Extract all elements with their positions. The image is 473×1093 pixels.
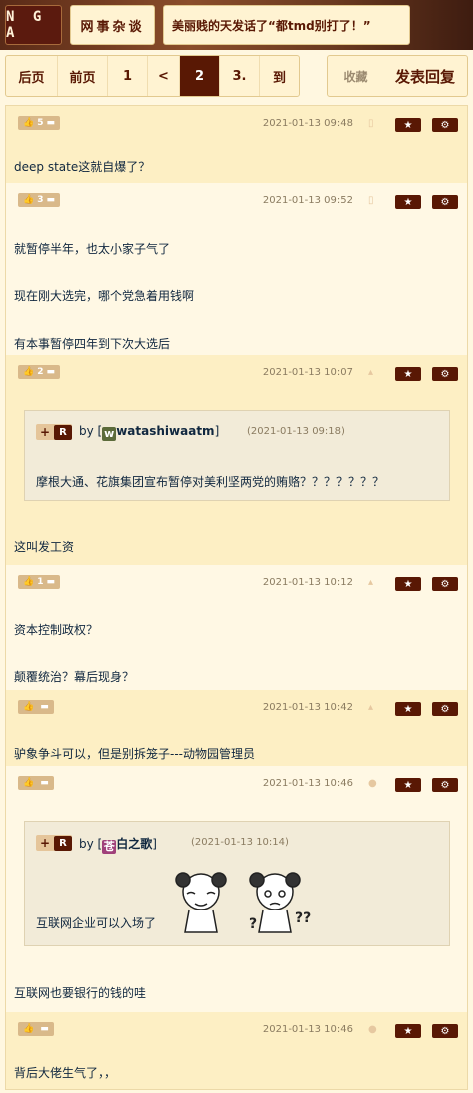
gear-icon[interactable]: ⚙ bbox=[432, 778, 458, 792]
post: 👍 1 ▬ 2021-01-13 10:12 ▴ ★ ⚙ 资本控制政权？ 颠覆统治？… bbox=[6, 565, 467, 690]
thumb-down-icon: ▬ bbox=[40, 778, 49, 788]
android-client-icon: ▴ bbox=[368, 367, 374, 378]
sticker-image: ? ?? bbox=[175, 872, 311, 933]
post-text: deep state这就自爆了？ bbox=[14, 160, 151, 174]
vote-badge[interactable]: 👍 ▬ bbox=[18, 700, 54, 714]
post: 👍 5 ▬ 2021-01-13 09:48 ▯ ★ ⚙ deep state这就自… bbox=[6, 106, 467, 183]
vote-badge[interactable]: 👍 ▬ bbox=[18, 776, 54, 790]
post-time: 2021-01-13 09:48 bbox=[262, 118, 353, 129]
quote-author[interactable]: by [苍白之歌] bbox=[79, 835, 157, 854]
star-icon[interactable]: ★ bbox=[395, 118, 421, 132]
post-text: 驴象争斗可以，但是别拆笼子---动物园管理员 bbox=[14, 747, 255, 761]
post-time: 2021-01-13 10:12 bbox=[262, 577, 353, 588]
gear-icon[interactable]: ⚙ bbox=[432, 195, 458, 209]
thumb-up-icon: 👍 bbox=[23, 1024, 35, 1034]
vote-badge[interactable]: 👍 5 ▬ bbox=[18, 116, 60, 130]
star-icon[interactable]: ★ bbox=[395, 367, 421, 381]
star-icon[interactable]: ★ bbox=[395, 778, 421, 792]
post-text: 背后大佬生气了，， bbox=[14, 1066, 117, 1080]
thumb-down-icon: ▬ bbox=[40, 1024, 49, 1034]
nga-logo[interactable]: N G A bbox=[5, 5, 62, 45]
breadcrumb-forum[interactable]: 网事杂谈 bbox=[70, 5, 155, 45]
gear-icon[interactable]: ⚙ bbox=[432, 1024, 458, 1038]
post: 👍 2 ▬ 2021-01-13 10:07 ▴ ★ ⚙ + R by [w watas… bbox=[6, 355, 467, 565]
top-header: N G A 网事杂谈 美丽贱的天发话了“都tmd别打了！” bbox=[0, 0, 473, 50]
gear-icon[interactable]: ⚙ bbox=[432, 702, 458, 716]
vote-badge[interactable]: 👍 1 ▬ bbox=[18, 575, 60, 589]
apple-client-icon: ● bbox=[368, 778, 377, 789]
star-icon[interactable]: ★ bbox=[395, 195, 421, 209]
gear-icon[interactable]: ⚙ bbox=[432, 367, 458, 381]
avatar: 苍 bbox=[102, 840, 117, 854]
post-text: 互联网也要银行的钱的哇 bbox=[14, 986, 147, 1000]
star-icon[interactable]: ★ bbox=[395, 577, 421, 591]
android-client-icon: ▴ bbox=[368, 702, 374, 713]
quote-author[interactable]: by [w watashiwaatm] bbox=[79, 424, 219, 441]
quote-tag[interactable]: + R bbox=[36, 424, 72, 440]
page-back-button[interactable]: < bbox=[148, 56, 180, 96]
quote-text: 摩根大通、花旗集团宣布暂停对美利坚两党的贿赂？？？？？？？ bbox=[36, 475, 385, 489]
quote-tag[interactable]: + R bbox=[36, 835, 72, 851]
page-prev-button[interactable]: 前页 bbox=[58, 56, 108, 96]
thumb-up-icon: 👍 bbox=[23, 778, 35, 788]
post-time: 2021-01-13 10:42 bbox=[262, 702, 353, 713]
page-2-button[interactable]: 2 bbox=[180, 56, 220, 96]
thumb-down-icon: ▬ bbox=[46, 195, 55, 205]
vote-badge[interactable]: 👍 2 ▬ bbox=[18, 365, 60, 379]
mobile-client-icon: ▯ bbox=[368, 195, 374, 206]
avatar: w bbox=[102, 427, 117, 441]
breadcrumb-topic[interactable]: 美丽贱的天发话了“都tmd别打了！” bbox=[163, 5, 410, 45]
thumb-up-icon: 👍 bbox=[23, 367, 35, 377]
quote-block: + R by [w watashiwaatm] (2021-01-13 09:18)… bbox=[24, 410, 450, 501]
thumb-up-icon: 👍 bbox=[23, 118, 35, 128]
quote-time: (2021-01-13 09:18) bbox=[247, 426, 345, 437]
thumb-up-icon: 👍 bbox=[23, 195, 35, 205]
post-time: 2021-01-13 10:07 bbox=[262, 367, 353, 378]
thumb-down-icon: ▬ bbox=[46, 367, 55, 377]
mobile-client-icon: ▯ bbox=[368, 118, 374, 129]
post: 👍 ▬ 2021-01-13 10:46 ● ★ ⚙ 背后大佬生气了，， bbox=[6, 1012, 467, 1089]
post-time: 2021-01-13 10:46 bbox=[262, 778, 353, 789]
post-text: 现在刚大选完，哪个党急着用钱啊 bbox=[14, 289, 195, 303]
thumb-up-icon: 👍 bbox=[23, 577, 35, 587]
quote-block: + R by [苍白之歌] (2021-01-13 10:14) 互联网企业可以入… bbox=[24, 821, 450, 946]
page-1-button[interactable]: 1 bbox=[108, 56, 148, 96]
post: 👍 ▬ 2021-01-13 10:46 ● ★ ⚙ + R by [苍白之歌] (… bbox=[6, 766, 467, 1012]
favorite-button[interactable]: 收藏 bbox=[328, 68, 383, 85]
post-reply-button[interactable]: 发表回复 bbox=[383, 66, 467, 87]
android-client-icon: ▴ bbox=[368, 577, 374, 588]
thumb-down-icon: ▬ bbox=[40, 702, 49, 712]
quote-time: (2021-01-13 10:14) bbox=[191, 837, 289, 848]
apple-client-icon: ● bbox=[368, 1024, 377, 1035]
post-text: 有本事暂停四年到下次大选后 bbox=[14, 337, 171, 351]
page-3-button[interactable]: 3. bbox=[220, 56, 260, 96]
page-goto-button[interactable]: 到 bbox=[260, 56, 299, 96]
post-text: 就暂停半年，也太小家子气了 bbox=[14, 242, 171, 256]
vote-badge[interactable]: 👍 3 ▬ bbox=[18, 193, 60, 207]
post-text: 资本控制政权？ bbox=[14, 623, 99, 637]
post-time: 2021-01-13 10:46 bbox=[262, 1024, 353, 1035]
post-text: 颠覆统治？幕后现身？ bbox=[14, 670, 135, 684]
svg-text:??: ?? bbox=[295, 910, 311, 926]
gear-icon[interactable]: ⚙ bbox=[432, 118, 458, 132]
post: 👍 3 ▬ 2021-01-13 09:52 ▯ ★ ⚙ 就暂停半年，也太小家子气了… bbox=[6, 183, 467, 355]
svg-text:?: ? bbox=[249, 916, 257, 932]
topic-actions: 收藏 发表回复 bbox=[327, 55, 468, 97]
pagination: 后页 前页 1 < 2 3. 到 bbox=[5, 55, 300, 97]
post-text: 这叫发工资 bbox=[14, 540, 75, 554]
quote-text: 互联网企业可以入场了 bbox=[36, 916, 157, 930]
vote-badge[interactable]: 👍 ▬ bbox=[18, 1022, 54, 1036]
thumb-up-icon: 👍 bbox=[23, 702, 35, 712]
thumb-down-icon: ▬ bbox=[46, 118, 55, 128]
gear-icon[interactable]: ⚙ bbox=[432, 577, 458, 591]
star-icon[interactable]: ★ bbox=[395, 702, 421, 716]
post: 👍 ▬ 2021-01-13 10:42 ▴ ★ ⚙ 驴象争斗可以，但是别拆笼子-… bbox=[6, 690, 467, 766]
post-time: 2021-01-13 09:52 bbox=[262, 195, 353, 206]
post-list: 👍 5 ▬ 2021-01-13 09:48 ▯ ★ ⚙ deep state这就自… bbox=[5, 105, 468, 1090]
star-icon[interactable]: ★ bbox=[395, 1024, 421, 1038]
page-next-button[interactable]: 后页 bbox=[6, 56, 58, 96]
thumb-down-icon: ▬ bbox=[46, 577, 55, 587]
